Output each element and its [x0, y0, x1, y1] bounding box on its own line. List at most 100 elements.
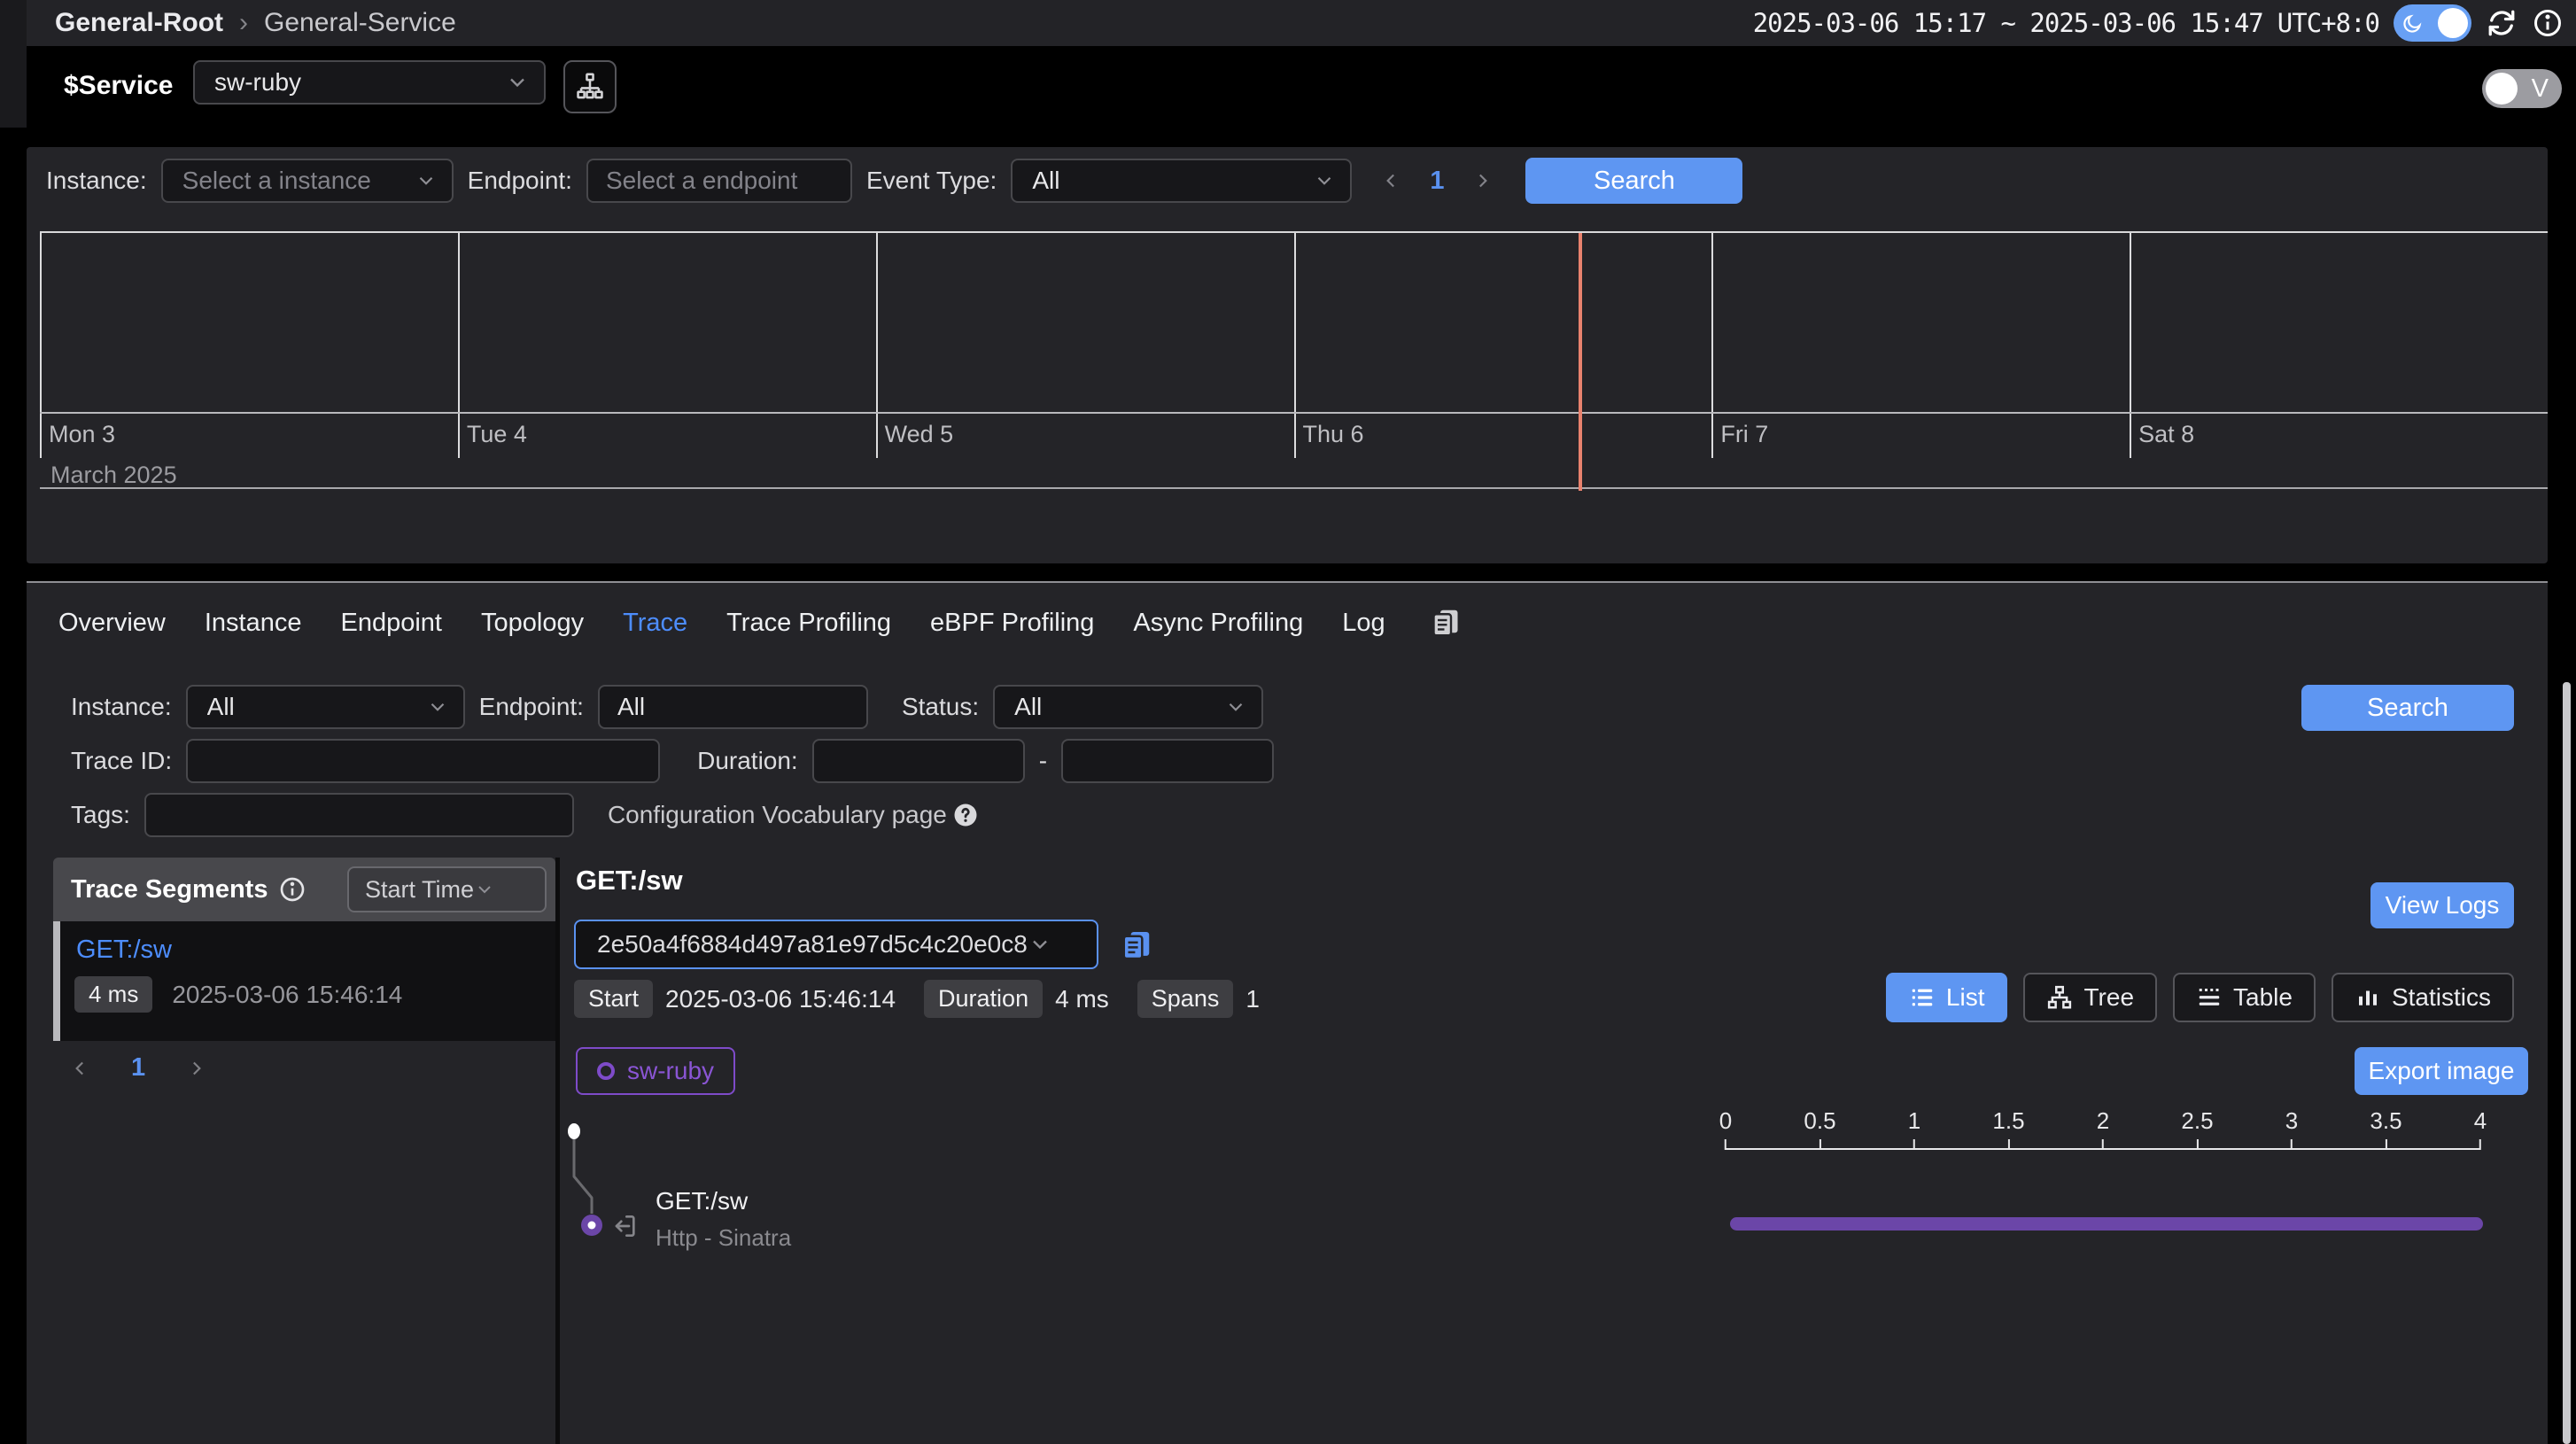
help-icon[interactable]	[952, 802, 979, 828]
duration-min-input[interactable]	[812, 739, 1025, 783]
event-page-number[interactable]: 1	[1430, 167, 1444, 196]
segment-endpoint-name[interactable]: GET:/sw	[76, 935, 172, 965]
copy-trace-id-icon[interactable]	[1120, 928, 1153, 962]
trace-id-select[interactable]: 2e50a4f6884d497a81e97d5c4c20e0c8	[574, 920, 1098, 969]
calendar-column-divider	[40, 233, 42, 458]
trace-spans-value: 1	[1245, 985, 1260, 1013]
axis-tick-label: 3	[2285, 1107, 2298, 1135]
breadcrumb-current[interactable]: General-Service	[264, 8, 456, 38]
trace-search-button[interactable]: Search	[2301, 685, 2514, 731]
tab-topology[interactable]: Topology	[481, 609, 584, 638]
tab-ebpf-profiling[interactable]: eBPF Profiling	[930, 609, 1094, 638]
copy-dashboard-icon[interactable]	[1430, 607, 1462, 639]
calendar-day-label: Mon 3	[49, 421, 115, 448]
view-table-button[interactable]: Table	[2173, 973, 2316, 1022]
event-instance-select[interactable]: Select a instance	[161, 159, 454, 203]
tags-input[interactable]	[144, 793, 574, 837]
chevron-down-icon	[415, 169, 438, 192]
trace-segments-sidebar: Trace Segments Start Time GET:/sw 4 ms 2…	[53, 858, 555, 1444]
calendar-column-divider	[2130, 233, 2131, 458]
view-logs-button[interactable]: View Logs	[2370, 882, 2514, 928]
trace-endpoint-input[interactable]	[598, 685, 868, 729]
tab-trace-profiling[interactable]: Trace Profiling	[726, 609, 891, 638]
legend-service-chip[interactable]: sw-ruby	[576, 1047, 735, 1095]
table-icon	[2196, 984, 2223, 1011]
event-type-value: All	[1032, 167, 1313, 195]
trace-id-input[interactable]	[186, 739, 660, 783]
span-tree-connector	[563, 1116, 633, 1276]
endpoint-filter-label: Endpoint:	[468, 167, 572, 195]
event-endpoint-input[interactable]	[586, 159, 852, 203]
event-search-button[interactable]: Search	[1525, 158, 1742, 204]
entry-span-icon	[611, 1212, 640, 1240]
vocabulary-page-link[interactable]: Configuration Vocabulary page	[608, 801, 947, 829]
tab-async-profiling[interactable]: Async Profiling	[1133, 609, 1303, 638]
duration-max-input[interactable]	[1061, 739, 1274, 783]
chevron-left-icon[interactable]	[69, 1057, 92, 1080]
segments-page-number[interactable]: 1	[131, 1053, 145, 1083]
trace-instance-select[interactable]: All	[186, 685, 465, 729]
list-icon	[1909, 984, 1936, 1011]
event-type-select[interactable]: All	[1011, 159, 1352, 203]
calendar-mid-line	[40, 412, 2548, 414]
tab-instance[interactable]: Instance	[205, 609, 302, 638]
version-toggle-label: V	[2532, 74, 2549, 104]
tab-log[interactable]: Log	[1342, 609, 1385, 638]
calendar-month-label: March 2025	[50, 462, 177, 489]
axis-tick-label: 3.5	[2370, 1107, 2401, 1135]
calendar-column-divider	[458, 233, 460, 458]
legend-service-name: sw-ruby	[627, 1057, 714, 1085]
time-range-picker[interactable]: 2025-03-06 15:17 ~ 2025-03-06 15:47	[1753, 8, 2263, 38]
trace-detail: GET:/sw View Logs 2e50a4f6884d497a81e97d…	[560, 858, 2548, 1444]
tab-endpoint[interactable]: Endpoint	[341, 609, 443, 638]
chevron-right-icon[interactable]	[184, 1057, 207, 1080]
span-duration-bar[interactable]	[1730, 1217, 2483, 1231]
chevron-down-icon	[1028, 932, 1052, 957]
event-instance-placeholder: Select a instance	[182, 167, 415, 195]
page-scrollbar[interactable]	[2563, 682, 2571, 1444]
chevron-right-icon[interactable]	[1470, 169, 1494, 192]
view-statistics-button[interactable]: Statistics	[2332, 973, 2514, 1022]
breadcrumb-separator-icon: ›	[239, 8, 248, 38]
date-heatmap-calendar[interactable]: Mon 3 Tue 4 Wed 5 Thu 6 Fri 7 Sat 8 Marc…	[40, 231, 2548, 489]
duration-separator: -	[1039, 747, 1047, 775]
trace-segment-item[interactable]: GET:/sw 4 ms 2025-03-06 15:46:14	[53, 921, 555, 1041]
dark-mode-toggle[interactable]	[2394, 4, 2471, 42]
tab-trace[interactable]: Trace	[623, 609, 687, 638]
view-mode-switcher: List Tree Table Statistics	[1886, 973, 2514, 1022]
toggle-knob	[2438, 8, 2468, 38]
axis-tick-label: 1	[1908, 1107, 1920, 1135]
calendar-column-divider	[1711, 233, 1713, 458]
axis-tick-label: 0.5	[1804, 1107, 1835, 1135]
service-hierarchy-button[interactable]	[563, 60, 617, 113]
info-icon[interactable]	[2532, 7, 2564, 39]
service-detail-panel: Overview Instance Endpoint Topology Trac…	[27, 581, 2548, 1444]
axis-tick-label: 0	[1719, 1107, 1732, 1135]
trace-duration-value: 4 ms	[1055, 985, 1109, 1013]
view-tree-button[interactable]: Tree	[2023, 973, 2157, 1022]
export-image-button[interactable]: Export image	[2355, 1047, 2528, 1095]
version-toggle[interactable]: V	[2482, 69, 2562, 108]
tab-overview[interactable]: Overview	[58, 609, 166, 638]
breadcrumb-root[interactable]: General-Root	[55, 8, 223, 38]
segment-start-time: 2025-03-06 15:46:14	[172, 981, 402, 1009]
refresh-icon[interactable]	[2486, 7, 2518, 39]
chevron-left-icon[interactable]	[1380, 169, 1403, 192]
breadcrumb: General-Root › General-Service	[0, 8, 456, 38]
segment-selected-indicator	[53, 921, 60, 1041]
service-select[interactable]: sw-ruby	[193, 60, 546, 105]
view-list-button[interactable]: List	[1886, 973, 2008, 1022]
tree-icon	[2046, 984, 2073, 1011]
service-select-value: sw-ruby	[214, 68, 505, 97]
info-icon[interactable]	[278, 875, 306, 904]
segment-duration-badge: 4 ms	[74, 976, 152, 1013]
chevron-down-icon	[1224, 695, 1247, 718]
service-tabs: Overview Instance Endpoint Topology Trac…	[58, 595, 1462, 650]
segment-sort-select[interactable]: Start Time	[347, 866, 547, 912]
trace-status-value: All	[1014, 693, 1224, 721]
trace-status-select[interactable]: All	[993, 685, 1263, 729]
view-tree-label: Tree	[2083, 983, 2134, 1012]
calendar-column-divider	[1294, 233, 1296, 458]
span-endpoint-name[interactable]: GET:/sw	[656, 1187, 748, 1215]
axis-tick-label: 4	[2474, 1107, 2487, 1135]
